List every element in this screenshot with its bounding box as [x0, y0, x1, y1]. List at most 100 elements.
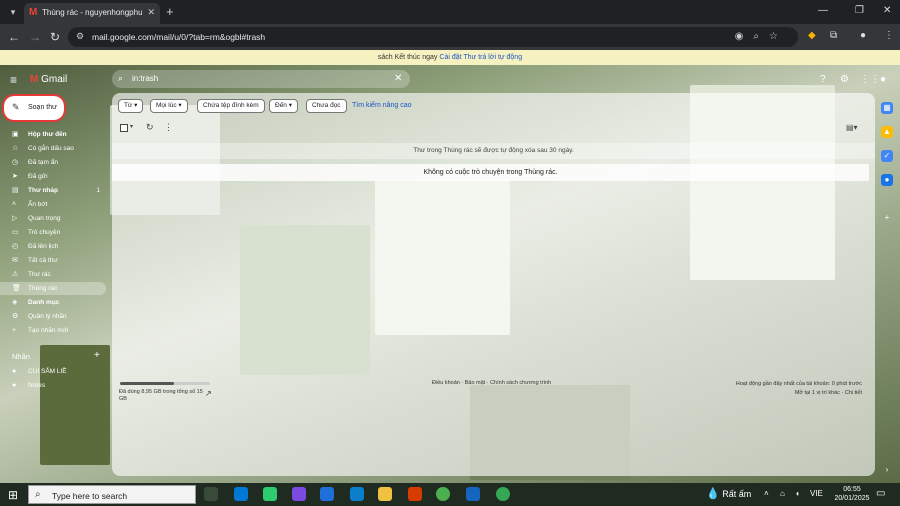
search-input[interactable]: in:trash — [132, 74, 158, 83]
sidebar-item-snoozed[interactable]: ◷ Đã tạm ẩn — [0, 156, 106, 169]
footer-terms[interactable]: Điều khoản · Bảo mật · Chính sách chương… — [432, 380, 551, 386]
chip-label: Đến — [275, 102, 287, 109]
edge-icon[interactable] — [350, 487, 364, 501]
notification-icon[interactable]: ▭ — [876, 488, 885, 499]
filter-chip-has-attachment[interactable]: Chứa tệp đính kèm — [197, 99, 265, 113]
close-window-icon[interactable]: ✕ — [883, 5, 891, 16]
site-info-icon[interactable]: ⚙ — [76, 31, 84, 42]
calendar-app-icon[interactable]: ▦ — [881, 102, 893, 114]
keep-app-icon[interactable]: ▲ — [881, 126, 893, 138]
account-avatar-icon[interactable]: ● — [880, 74, 886, 85]
sidebar-item-label: Có gắn dấu sao — [28, 145, 74, 152]
weather-widget[interactable]: 💧 Rất ấm — [706, 487, 751, 500]
sidebar-item-create-label[interactable]: + Tạo nhãn mới — [0, 324, 106, 337]
maximize-icon[interactable]: ❐ — [855, 5, 864, 16]
chip-label: Từ — [124, 102, 133, 109]
word-icon[interactable] — [320, 487, 334, 501]
profile-avatar-icon[interactable]: ● — [860, 30, 866, 41]
refresh-icon[interactable]: ↻ — [146, 122, 154, 133]
app-icon[interactable] — [263, 487, 277, 501]
volume-icon[interactable]: ◖ — [795, 489, 800, 498]
label-name: CUI SẮM LIỀ — [28, 368, 67, 375]
more-options-icon[interactable]: ⋮ — [164, 122, 173, 133]
sidebar-item-label: Quản lý nhãn — [28, 313, 67, 320]
sidebar-item-label: Đã lên lịch — [28, 243, 59, 250]
address-bar[interactable]: ⚙ mail.google.com/mail/u/0/?tab=rm&ogbl#… — [68, 27, 798, 47]
sidebar-item-categories[interactable]: ◈ Danh mục — [0, 296, 106, 309]
chevron-up-icon: ˄ — [12, 201, 17, 208]
file-explorer-icon[interactable] — [378, 487, 392, 501]
label-item[interactable]: ● CUI SẮM LIỀ — [0, 365, 106, 378]
sidebar-item-inbox[interactable]: ▣ Hộp thư đến — [0, 128, 106, 141]
tab-title: Thùng rác - nguyenhongphuc2 — [42, 8, 142, 17]
sidebar-item-scheduled[interactable]: ◴ Đã lên lịch — [0, 240, 106, 253]
sidebar-item-sent[interactable]: ➤ Đã gửi — [0, 170, 106, 183]
sidebar-item-drafts[interactable]: ▤ Thư nháp 1 — [0, 184, 106, 197]
sidebar-item-show-less[interactable]: ˄ Ẩn bớt — [0, 198, 106, 211]
show-hidden-icons-icon[interactable]: ˄ — [764, 489, 769, 498]
windows-start-icon[interactable]: ⊞ — [8, 488, 18, 502]
network-icon[interactable]: ⌂ — [780, 489, 785, 498]
storage-usage-bar — [120, 382, 210, 385]
gmail-logo[interactable]: M Gmail — [30, 74, 67, 85]
office-icon[interactable] — [408, 487, 422, 501]
search-icon[interactable]: ⌕ — [118, 73, 123, 84]
chrome-icon[interactable] — [436, 487, 450, 501]
new-tab-button[interactable]: + — [166, 4, 174, 19]
label-item[interactable]: ● Notes — [0, 379, 106, 392]
input-tools-icon[interactable]: ▤▾ — [846, 123, 858, 132]
minimize-icon[interactable]: — — [818, 5, 828, 16]
tab-search-button[interactable]: ▾ — [6, 5, 20, 19]
chrome-active-icon[interactable] — [496, 487, 510, 501]
select-all-checkbox[interactable] — [120, 124, 128, 132]
chevron-down-icon[interactable]: ▾ — [130, 123, 133, 130]
back-icon[interactable]: ← — [8, 30, 20, 44]
apps-grid-icon[interactable]: ⋮⋮ — [860, 74, 880, 85]
sidebar-item-spam[interactable]: ⚠ Thư rác — [0, 268, 106, 281]
extensions-puzzle-icon[interactable]: ⧉ — [830, 30, 837, 41]
sidebar-item-important[interactable]: ▷ Quan trọng — [0, 212, 106, 225]
filter-chip-from[interactable]: Từ ▾ — [118, 99, 144, 113]
browser-tab[interactable]: M Thùng rác - nguyenhongphuc2 ✕ — [24, 3, 160, 24]
last-activity-details[interactable]: Mở tại 1 vị trí khác · Chi tiết — [660, 389, 862, 398]
banner-link[interactable]: Cài đặt Thư trả lời tự động — [439, 54, 522, 61]
reload-icon[interactable]: ↻ — [50, 30, 60, 44]
task-view-icon[interactable] — [204, 487, 218, 501]
filter-chip-unread[interactable]: Chưa đọc — [306, 99, 347, 113]
sidebar-item-manage-labels[interactable]: ⚙ Quản lý nhãn — [0, 310, 106, 323]
extension-icon[interactable]: ◆ — [808, 30, 816, 41]
mail-app-icon[interactable] — [234, 487, 248, 501]
app-icon[interactable] — [466, 487, 480, 501]
browser-tab-strip: ▾ M Thùng rác - nguyenhongphuc2 ✕ + — ❐ … — [0, 0, 900, 24]
copilot-icon[interactable] — [292, 487, 306, 501]
clear-search-icon[interactable]: ✕ — [394, 73, 402, 84]
browser-menu-icon[interactable]: ⋮ — [884, 30, 894, 41]
advanced-search-link[interactable]: Tìm kiếm nâng cao — [352, 102, 412, 109]
search-bar[interactable]: ⌕ in:trash ✕ — [112, 70, 410, 88]
sidebar-item-trash[interactable]: 🗑 Thùng rác — [0, 282, 106, 295]
tasks-app-icon[interactable]: ✓ — [881, 150, 893, 162]
compose-button[interactable]: ✎ Soạn thư — [2, 94, 66, 122]
system-clock[interactable]: 06:55 20/01/2025 — [833, 485, 871, 503]
sidebar-item-chats[interactable]: ▭ Trò chuyện — [0, 226, 106, 239]
send-icon: ➤ — [12, 173, 18, 180]
taskbar-search-box[interactable]: ⌕ Type here to search — [28, 485, 196, 504]
get-addons-icon[interactable]: + — [881, 212, 893, 224]
contacts-app-icon[interactable]: ● — [881, 174, 893, 186]
address-bar-actions[interactable]: ◉⌕☆ — [735, 31, 788, 42]
forward-icon[interactable]: → — [29, 30, 41, 44]
filter-chip-to[interactable]: Đến ▾ — [269, 99, 299, 113]
sidebar-item-count: 1 — [96, 187, 100, 194]
settings-gear-icon[interactable]: ⚙ — [840, 74, 849, 85]
filter-chip-any-time[interactable]: Mọi lúc ▾ — [150, 99, 188, 113]
sidebar-item-label: Thùng rác — [28, 285, 58, 292]
external-link-icon[interactable]: ↗ — [205, 389, 212, 398]
sidebar-item-all-mail[interactable]: ✉ Tất cả thư — [0, 254, 106, 267]
close-tab-icon[interactable]: ✕ — [147, 7, 155, 18]
main-menu-icon[interactable]: ≡ — [10, 73, 17, 87]
help-icon[interactable]: ? — [820, 74, 826, 85]
language-indicator[interactable]: VIE — [810, 489, 823, 498]
expand-panel-icon[interactable]: › — [881, 464, 893, 476]
sidebar-item-starred[interactable]: ☆ Có gắn dấu sao — [0, 142, 106, 155]
add-label-icon[interactable]: + — [94, 350, 100, 361]
